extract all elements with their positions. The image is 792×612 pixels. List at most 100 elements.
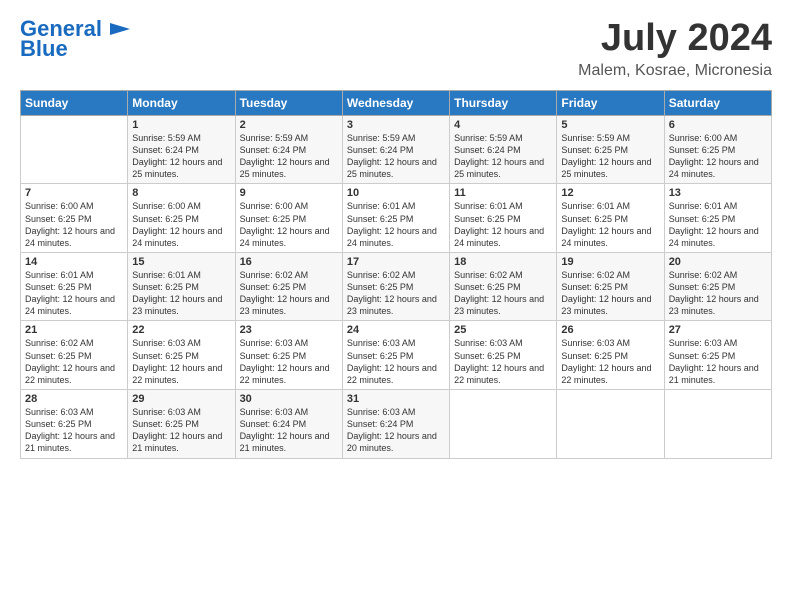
- cell-info: Sunrise: 6:01 AMSunset: 6:25 PMDaylight:…: [561, 200, 659, 249]
- cell-info: Sunrise: 6:02 AMSunset: 6:25 PMDaylight:…: [454, 269, 552, 318]
- cell-2-4: 10Sunrise: 6:01 AMSunset: 6:25 PMDayligh…: [342, 184, 449, 253]
- cell-info: Sunrise: 6:00 AMSunset: 6:25 PMDaylight:…: [25, 200, 123, 249]
- cell-info: Sunrise: 6:02 AMSunset: 6:25 PMDaylight:…: [240, 269, 338, 318]
- cell-info: Sunrise: 5:59 AMSunset: 6:24 PMDaylight:…: [454, 132, 552, 181]
- subtitle: Malem, Kosrae, Micronesia: [578, 62, 772, 80]
- cell-info: Sunrise: 5:59 AMSunset: 6:24 PMDaylight:…: [240, 132, 338, 181]
- cell-info: Sunrise: 6:02 AMSunset: 6:25 PMDaylight:…: [561, 269, 659, 318]
- day-number: 8: [132, 187, 230, 199]
- day-number: 21: [25, 324, 123, 336]
- day-number: 28: [25, 393, 123, 405]
- cell-3-6: 19Sunrise: 6:02 AMSunset: 6:25 PMDayligh…: [557, 252, 664, 321]
- col-wednesday: Wednesday: [342, 90, 449, 115]
- day-number: 9: [240, 187, 338, 199]
- cell-info: Sunrise: 6:03 AMSunset: 6:25 PMDaylight:…: [347, 337, 445, 386]
- cell-1-1: [21, 115, 128, 184]
- cell-5-2: 29Sunrise: 6:03 AMSunset: 6:25 PMDayligh…: [128, 390, 235, 459]
- week-row-1: 1Sunrise: 5:59 AMSunset: 6:24 PMDaylight…: [21, 115, 772, 184]
- day-number: 19: [561, 256, 659, 268]
- cell-4-2: 22Sunrise: 6:03 AMSunset: 6:25 PMDayligh…: [128, 321, 235, 390]
- cell-1-7: 6Sunrise: 6:00 AMSunset: 6:25 PMDaylight…: [664, 115, 771, 184]
- cell-4-4: 24Sunrise: 6:03 AMSunset: 6:25 PMDayligh…: [342, 321, 449, 390]
- day-number: 13: [669, 187, 767, 199]
- cell-5-5: [450, 390, 557, 459]
- cell-info: Sunrise: 6:03 AMSunset: 6:25 PMDaylight:…: [454, 337, 552, 386]
- cell-3-1: 14Sunrise: 6:01 AMSunset: 6:25 PMDayligh…: [21, 252, 128, 321]
- day-number: 27: [669, 324, 767, 336]
- day-number: 4: [454, 119, 552, 131]
- day-number: 26: [561, 324, 659, 336]
- day-number: 25: [454, 324, 552, 336]
- week-row-2: 7Sunrise: 6:00 AMSunset: 6:25 PMDaylight…: [21, 184, 772, 253]
- day-number: 15: [132, 256, 230, 268]
- cell-info: Sunrise: 6:03 AMSunset: 6:25 PMDaylight:…: [132, 406, 230, 455]
- cell-4-5: 25Sunrise: 6:03 AMSunset: 6:25 PMDayligh…: [450, 321, 557, 390]
- cell-1-4: 3Sunrise: 5:59 AMSunset: 6:24 PMDaylight…: [342, 115, 449, 184]
- cell-info: Sunrise: 6:03 AMSunset: 6:25 PMDaylight:…: [561, 337, 659, 386]
- cell-5-3: 30Sunrise: 6:03 AMSunset: 6:24 PMDayligh…: [235, 390, 342, 459]
- day-number: 6: [669, 119, 767, 131]
- cell-3-7: 20Sunrise: 6:02 AMSunset: 6:25 PMDayligh…: [664, 252, 771, 321]
- main-title: July 2024: [578, 18, 772, 60]
- cell-2-3: 9Sunrise: 6:00 AMSunset: 6:25 PMDaylight…: [235, 184, 342, 253]
- day-number: 31: [347, 393, 445, 405]
- cell-info: Sunrise: 5:59 AMSunset: 6:24 PMDaylight:…: [132, 132, 230, 181]
- day-number: 17: [347, 256, 445, 268]
- cell-info: Sunrise: 6:01 AMSunset: 6:25 PMDaylight:…: [25, 269, 123, 318]
- cell-info: Sunrise: 6:00 AMSunset: 6:25 PMDaylight:…: [669, 132, 767, 181]
- col-saturday: Saturday: [664, 90, 771, 115]
- day-number: 14: [25, 256, 123, 268]
- cell-info: Sunrise: 6:03 AMSunset: 6:24 PMDaylight:…: [240, 406, 338, 455]
- cell-3-3: 16Sunrise: 6:02 AMSunset: 6:25 PMDayligh…: [235, 252, 342, 321]
- cell-info: Sunrise: 6:01 AMSunset: 6:25 PMDaylight:…: [347, 200, 445, 249]
- day-number: 29: [132, 393, 230, 405]
- cell-info: Sunrise: 5:59 AMSunset: 6:25 PMDaylight:…: [561, 132, 659, 181]
- cell-5-6: [557, 390, 664, 459]
- cell-2-7: 13Sunrise: 6:01 AMSunset: 6:25 PMDayligh…: [664, 184, 771, 253]
- cell-1-2: 1Sunrise: 5:59 AMSunset: 6:24 PMDaylight…: [128, 115, 235, 184]
- day-number: 16: [240, 256, 338, 268]
- day-number: 3: [347, 119, 445, 131]
- cell-info: Sunrise: 6:02 AMSunset: 6:25 PMDaylight:…: [25, 337, 123, 386]
- day-number: 20: [669, 256, 767, 268]
- page: General Blue July 2024 Malem, Kosrae, Mi…: [0, 0, 792, 469]
- cell-2-1: 7Sunrise: 6:00 AMSunset: 6:25 PMDaylight…: [21, 184, 128, 253]
- day-number: 2: [240, 119, 338, 131]
- cell-4-7: 27Sunrise: 6:03 AMSunset: 6:25 PMDayligh…: [664, 321, 771, 390]
- day-number: 24: [347, 324, 445, 336]
- cell-info: Sunrise: 5:59 AMSunset: 6:24 PMDaylight:…: [347, 132, 445, 181]
- week-row-3: 14Sunrise: 6:01 AMSunset: 6:25 PMDayligh…: [21, 252, 772, 321]
- cell-3-5: 18Sunrise: 6:02 AMSunset: 6:25 PMDayligh…: [450, 252, 557, 321]
- day-number: 5: [561, 119, 659, 131]
- cell-info: Sunrise: 6:02 AMSunset: 6:25 PMDaylight:…: [347, 269, 445, 318]
- col-sunday: Sunday: [21, 90, 128, 115]
- logo-icon: [106, 19, 134, 39]
- cell-5-1: 28Sunrise: 6:03 AMSunset: 6:25 PMDayligh…: [21, 390, 128, 459]
- header-section: General Blue July 2024 Malem, Kosrae, Mi…: [20, 18, 772, 80]
- cell-info: Sunrise: 6:03 AMSunset: 6:25 PMDaylight:…: [25, 406, 123, 455]
- cell-5-7: [664, 390, 771, 459]
- cell-4-1: 21Sunrise: 6:02 AMSunset: 6:25 PMDayligh…: [21, 321, 128, 390]
- title-section: July 2024 Malem, Kosrae, Micronesia: [578, 18, 772, 80]
- col-friday: Friday: [557, 90, 664, 115]
- cell-info: Sunrise: 6:02 AMSunset: 6:25 PMDaylight:…: [669, 269, 767, 318]
- cell-4-3: 23Sunrise: 6:03 AMSunset: 6:25 PMDayligh…: [235, 321, 342, 390]
- cell-2-2: 8Sunrise: 6:00 AMSunset: 6:25 PMDaylight…: [128, 184, 235, 253]
- logo-blue-text: Blue: [20, 36, 68, 62]
- cell-info: Sunrise: 6:03 AMSunset: 6:25 PMDaylight:…: [132, 337, 230, 386]
- col-thursday: Thursday: [450, 90, 557, 115]
- week-row-5: 28Sunrise: 6:03 AMSunset: 6:25 PMDayligh…: [21, 390, 772, 459]
- cell-info: Sunrise: 6:03 AMSunset: 6:25 PMDaylight:…: [669, 337, 767, 386]
- day-number: 10: [347, 187, 445, 199]
- cell-4-6: 26Sunrise: 6:03 AMSunset: 6:25 PMDayligh…: [557, 321, 664, 390]
- day-number: 1: [132, 119, 230, 131]
- cell-1-3: 2Sunrise: 5:59 AMSunset: 6:24 PMDaylight…: [235, 115, 342, 184]
- day-number: 22: [132, 324, 230, 336]
- day-number: 18: [454, 256, 552, 268]
- day-number: 7: [25, 187, 123, 199]
- cell-3-4: 17Sunrise: 6:02 AMSunset: 6:25 PMDayligh…: [342, 252, 449, 321]
- week-row-4: 21Sunrise: 6:02 AMSunset: 6:25 PMDayligh…: [21, 321, 772, 390]
- cell-2-5: 11Sunrise: 6:01 AMSunset: 6:25 PMDayligh…: [450, 184, 557, 253]
- col-monday: Monday: [128, 90, 235, 115]
- cell-info: Sunrise: 6:03 AMSunset: 6:25 PMDaylight:…: [240, 337, 338, 386]
